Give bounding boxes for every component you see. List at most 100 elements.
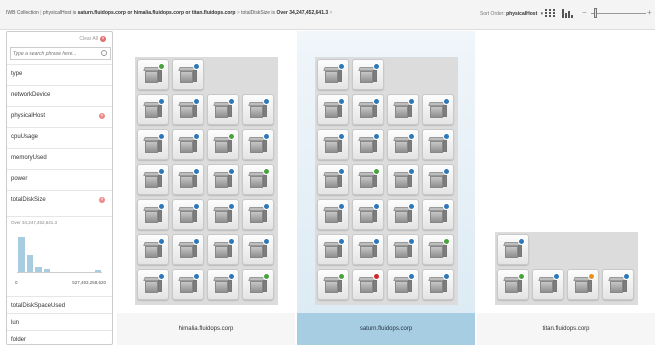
close-icon[interactable]: × — [100, 36, 106, 42]
facet-folder[interactable]: folder — [7, 330, 112, 349]
status-info-icon — [158, 168, 165, 175]
facet-totalDiskSize[interactable]: totalDiskSize × — [7, 190, 112, 209]
host-tile[interactable] — [317, 129, 349, 160]
facet-physicalHost[interactable]: physicalHost × — [7, 106, 112, 125]
host-tile[interactable] — [137, 164, 169, 195]
zoom-slider-track[interactable] — [591, 13, 646, 14]
host-tile[interactable] — [242, 129, 274, 160]
bar-view-icon[interactable] — [562, 9, 573, 18]
host-tile[interactable] — [567, 269, 599, 300]
facet-cpuUsage[interactable]: cpuUsage — [7, 127, 112, 146]
host-tile[interactable] — [387, 164, 419, 195]
host-tile[interactable] — [352, 59, 384, 90]
host-tile[interactable] — [317, 269, 349, 300]
zoom-out-button[interactable]: − — [580, 8, 589, 18]
host-tile[interactable] — [497, 234, 529, 265]
host-tile[interactable] — [137, 59, 169, 90]
host-tile[interactable] — [352, 269, 384, 300]
host-tile[interactable] — [352, 164, 384, 195]
host-tile[interactable] — [172, 164, 204, 195]
zoom-slider-thumb[interactable] — [594, 8, 598, 18]
host-tile[interactable] — [422, 94, 454, 125]
host-tile[interactable] — [317, 164, 349, 195]
host-column-label[interactable]: titan.fluidops.corp — [477, 313, 655, 345]
host-tile[interactable] — [352, 129, 384, 160]
host-tile[interactable] — [317, 59, 349, 90]
host-tile[interactable] — [317, 234, 349, 265]
sort-order-value[interactable]: physicalHost — [506, 11, 537, 17]
remove-filter-icon[interactable]: × — [99, 197, 105, 203]
breadcrumb-filter-1-value[interactable]: saturn.fluidops.corp or himalia.fluidops… — [78, 10, 236, 16]
facet-type[interactable]: type — [7, 64, 112, 83]
zoom-in-button[interactable]: + — [647, 8, 655, 18]
clear-all-button[interactable]: Clear All × — [79, 36, 106, 42]
remove-filter-icon[interactable]: × — [99, 113, 105, 119]
host-tile[interactable] — [242, 94, 274, 125]
host-tile[interactable] — [172, 269, 204, 300]
status-info-icon — [408, 238, 415, 245]
host-tile[interactable] — [352, 199, 384, 230]
host-tile[interactable] — [207, 164, 239, 195]
host-column-label[interactable]: himalia.fluidops.corp — [117, 313, 295, 345]
host-tile[interactable] — [242, 199, 274, 230]
host-tile[interactable] — [242, 269, 274, 300]
host-tile[interactable] — [137, 94, 169, 125]
total-disk-size-histogram[interactable]: Over 34,247,452,641.3 0 527,493,258,520 — [7, 216, 112, 296]
search-icon[interactable] — [101, 50, 107, 56]
host-tile[interactable] — [207, 234, 239, 265]
search-input[interactable] — [13, 48, 101, 59]
host-tile[interactable] — [317, 199, 349, 230]
host-tile[interactable] — [242, 234, 274, 265]
host-tile[interactable] — [172, 199, 204, 230]
host-tile[interactable] — [172, 94, 204, 125]
host-tile[interactable] — [352, 94, 384, 125]
host-tile[interactable] — [137, 129, 169, 160]
status-ok-icon — [373, 168, 380, 175]
sort-order[interactable]: Sort Order: physicalHost ▾ — [480, 11, 543, 17]
host-tile[interactable] — [497, 269, 529, 300]
host-tile[interactable] — [602, 269, 634, 300]
facet-networkDevice[interactable]: networkDevice — [7, 85, 112, 104]
host-tile[interactable] — [422, 269, 454, 300]
host-tile[interactable] — [137, 269, 169, 300]
facet-label: cpuUsage — [11, 134, 39, 140]
histogram-bar[interactable] — [26, 254, 33, 272]
breadcrumb-root[interactable]: IWB Collection — [6, 10, 39, 16]
host-tile[interactable] — [387, 199, 419, 230]
host-tile[interactable] — [387, 129, 419, 160]
chevron-down-icon[interactable]: ▾ — [541, 11, 544, 17]
host-column[interactable]: titan.fluidops.corp — [477, 31, 655, 345]
host-tile[interactable] — [172, 59, 204, 90]
host-column-label[interactable]: saturn.fluidops.corp — [297, 313, 475, 345]
facet-power[interactable]: power — [7, 169, 112, 188]
host-tile[interactable] — [207, 199, 239, 230]
host-tile[interactable] — [352, 234, 384, 265]
histogram-bar[interactable] — [18, 236, 25, 272]
status-info-icon — [158, 133, 165, 140]
host-tile[interactable] — [137, 234, 169, 265]
host-tile[interactable] — [422, 129, 454, 160]
host-tile[interactable] — [207, 269, 239, 300]
host-tile[interactable] — [422, 164, 454, 195]
host-tile[interactable] — [422, 199, 454, 230]
host-tile[interactable] — [242, 164, 274, 195]
host-column[interactable]: himalia.fluidops.corp — [117, 31, 295, 345]
host-tile[interactable] — [387, 234, 419, 265]
host-tile[interactable] — [317, 94, 349, 125]
grid-view-icon[interactable] — [545, 9, 556, 18]
host-tile[interactable] — [137, 199, 169, 230]
host-tile[interactable] — [207, 94, 239, 125]
host-tile[interactable] — [387, 269, 419, 300]
host-tile[interactable] — [422, 234, 454, 265]
host-tile[interactable] — [532, 269, 564, 300]
top-toolbar: IWB Collection | physicalHost is saturn.… — [0, 0, 655, 30]
host-column[interactable]: saturn.fluidops.corp — [297, 31, 475, 345]
host-tile[interactable] — [172, 129, 204, 160]
status-info-icon — [623, 273, 630, 280]
status-info-icon — [338, 238, 345, 245]
host-tile[interactable] — [172, 234, 204, 265]
breadcrumb-filter-2-value[interactable]: Over 34,247,452,641.3 — [276, 10, 328, 16]
host-tile[interactable] — [387, 94, 419, 125]
host-tile[interactable] — [207, 129, 239, 160]
facet-memoryUsed[interactable]: memoryUsed — [7, 148, 112, 167]
